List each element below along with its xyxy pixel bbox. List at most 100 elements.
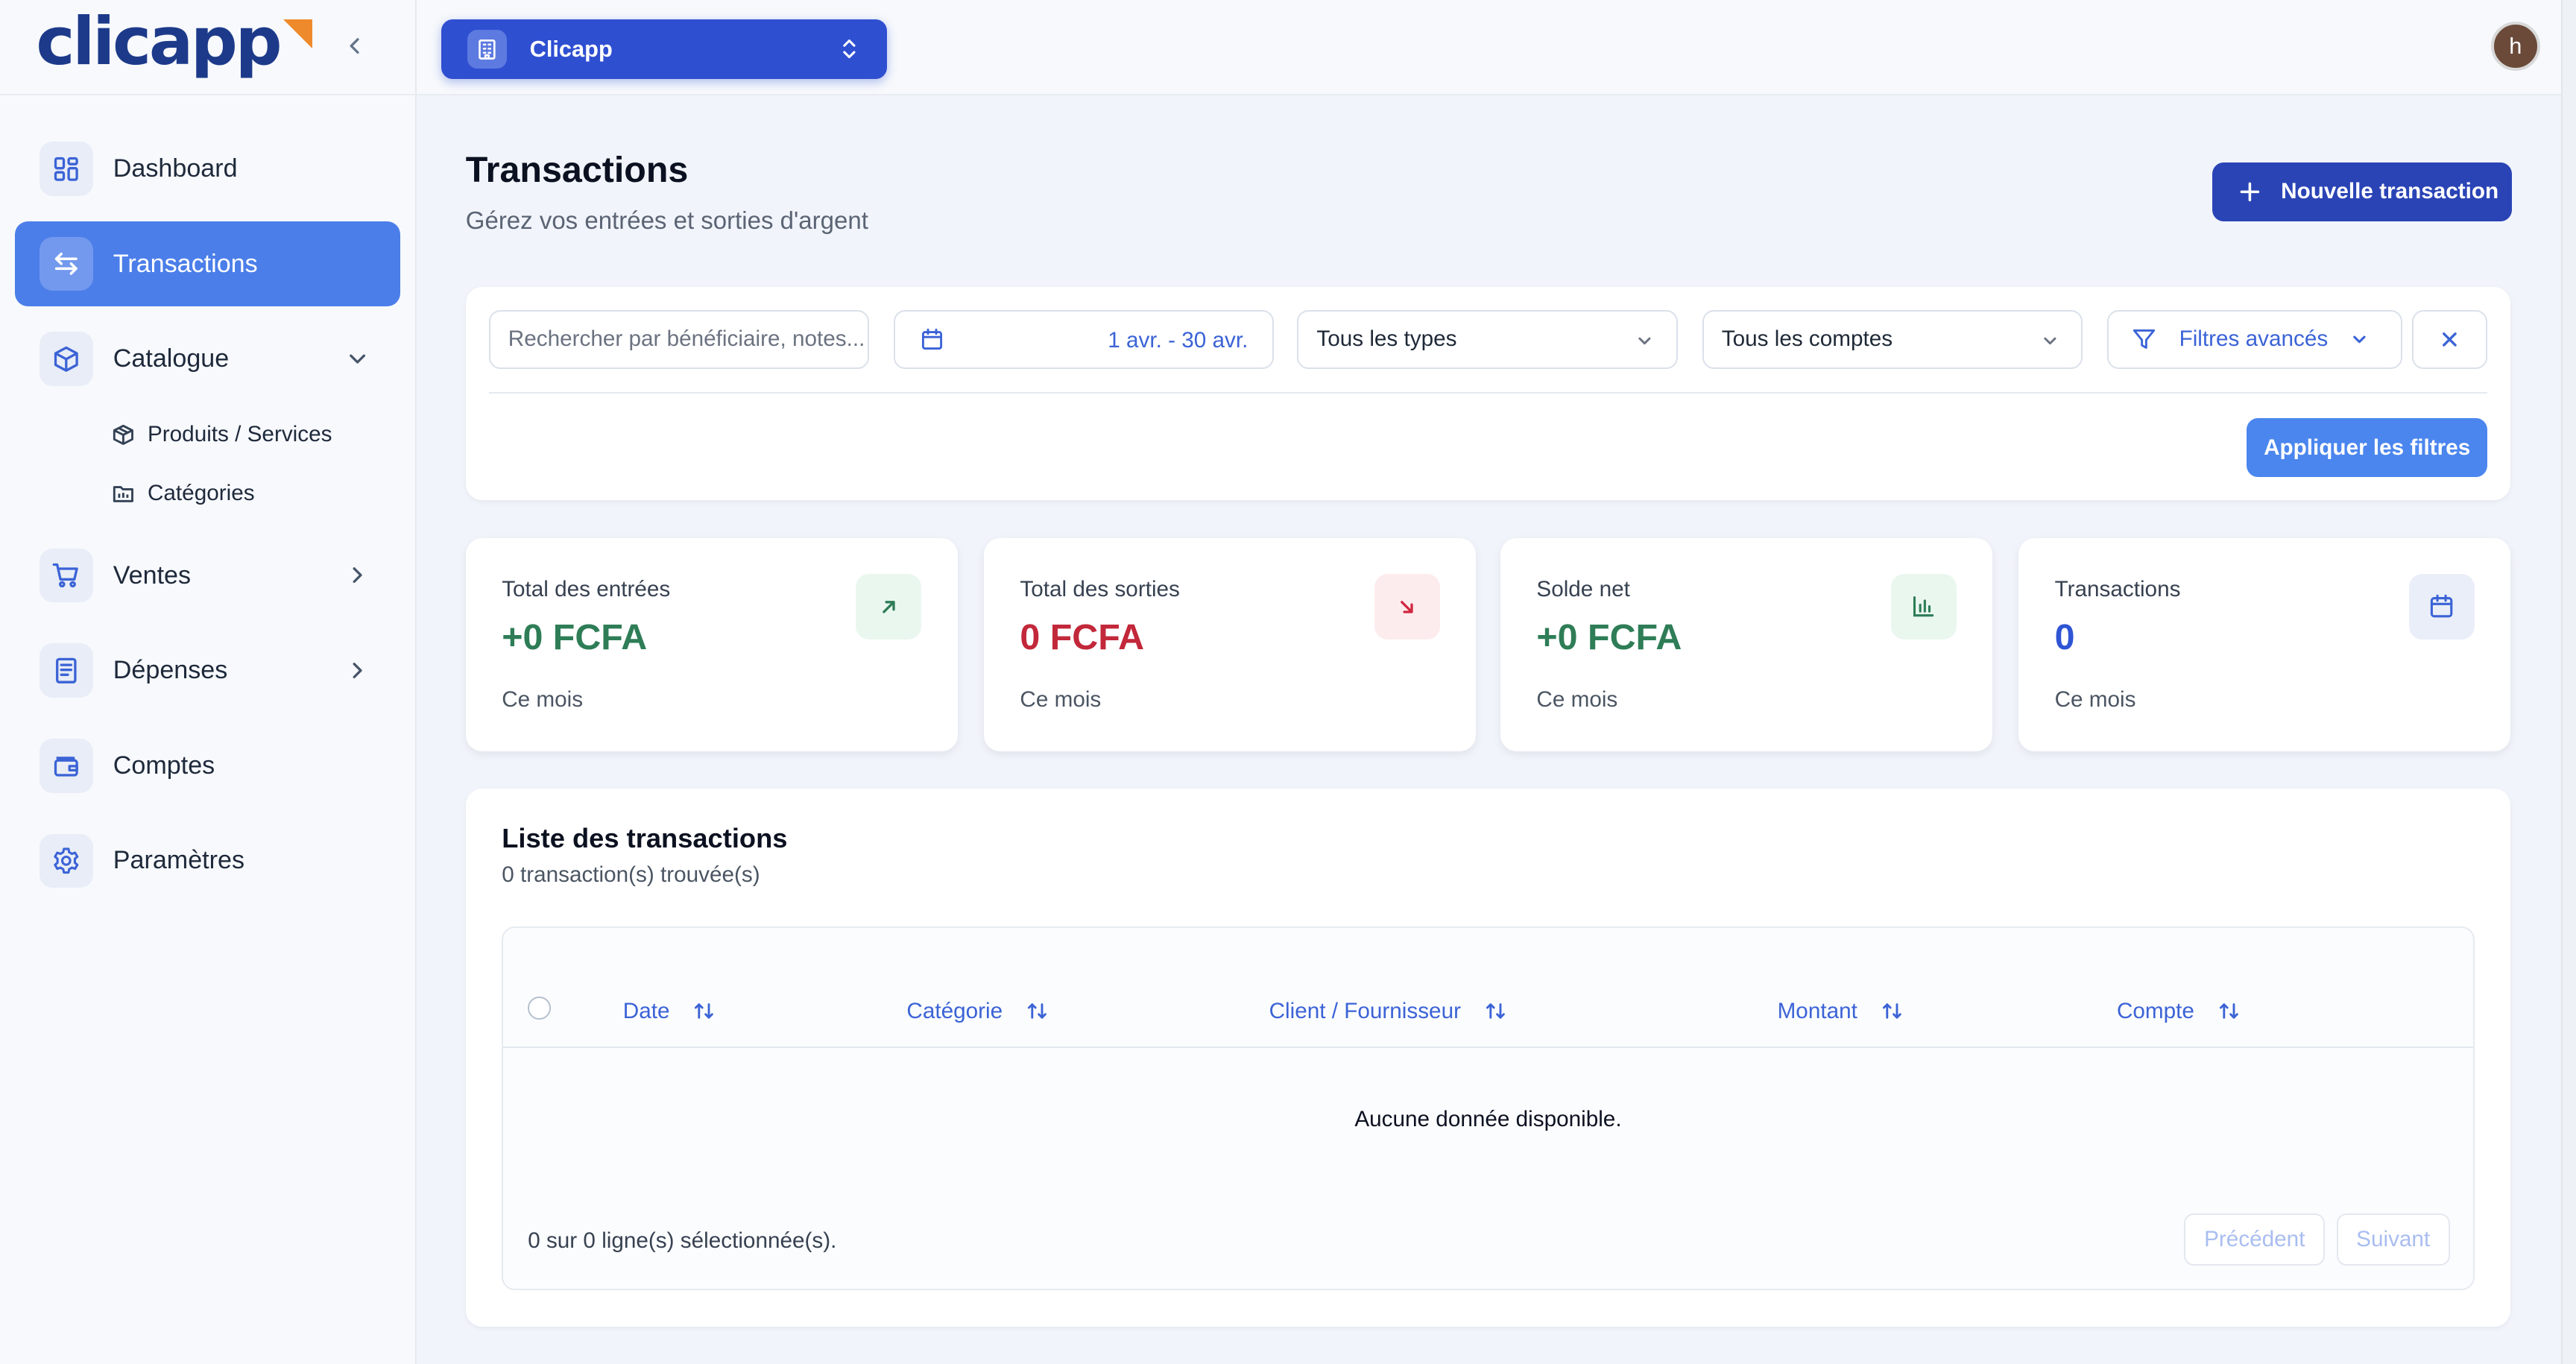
sidebar-item-depenses[interactable]: Dépenses [15,628,400,713]
date-range-value: 1 avr. - 30 avr. [1108,327,1248,353]
filter-icon [2133,329,2155,349]
next-page-button[interactable]: Suivant [2336,1213,2450,1266]
column-header-client-fournisseur[interactable]: Client / Fournisseur [1269,999,1507,1024]
column-header-compte[interactable]: Compte [2117,999,2241,1024]
sidebar-item-label: Dépenses [113,656,228,685]
stat-label: Solde net [1536,577,1630,602]
list-count: 0 transaction(s) trouvée(s) [502,862,760,888]
sidebar: clicapp Dashboard Transactions Catalogue [0,0,417,1364]
sidebar-item-label: Transactions [113,249,258,278]
bar-chart-icon [1890,573,1957,640]
stat-footer: Ce mois [2054,686,2136,712]
sort-icon [1882,1003,1901,1019]
stat-card-solde-net: Solde net +0 FCFA Ce mois [1500,537,1992,751]
sidebar-item-label: Ventes [113,561,192,590]
stat-footer: Ce mois [502,686,584,712]
date-range-picker[interactable]: 1 avr. - 30 avr. [893,309,1275,369]
wallet-icon [39,738,94,793]
close-icon [2443,332,2457,347]
subnav-item-label: Produits / Services [147,421,332,446]
plus-icon [2240,182,2260,202]
stat-label: Total des entrées [502,577,671,602]
stat-footer: Ce mois [1020,686,1102,712]
sort-icon [1027,1003,1046,1019]
package-icon [39,332,94,387]
stat-label: Total des sorties [1020,577,1180,602]
search-input[interactable]: Rechercher par bénéficiaire, notes... [488,309,869,369]
organization-name: Clicapp [529,35,613,62]
cart-icon [39,548,94,603]
subnav-item-categories[interactable]: Catégories [112,464,415,523]
sidebar-item-dashboard[interactable]: Dashboard [15,126,400,211]
sidebar-item-ventes[interactable]: Ventes [15,533,400,618]
folder-icon [113,485,133,502]
collapse-sidebar-icon[interactable] [341,33,367,59]
column-header-label: Compte [2116,998,2194,1023]
page-subtitle: Gérez vos entrées et sorties d'argent [465,206,868,235]
sort-icon [2219,1003,2238,1019]
building-icon [467,29,507,69]
apply-filters-button[interactable]: Appliquer les filtres [2246,418,2488,478]
new-transaction-button[interactable]: Nouvelle transaction [2212,162,2513,221]
list-title: Liste des transactions [502,823,788,854]
sidebar-item-catalogue[interactable]: Catalogue [15,317,400,402]
page-scrollbar[interactable] [2561,0,2576,1364]
sort-icon [695,1003,714,1019]
sidebar-item-transactions[interactable]: Transactions [14,221,400,307]
stat-card-total-entrees: Total des entrées +0 FCFA Ce mois [465,537,958,751]
account-select[interactable]: Tous les comptes [1702,309,2083,369]
select-all-checkbox[interactable] [528,997,551,1020]
chevron-down-icon [2039,329,2062,353]
subnav-item-label: Catégories [147,481,255,506]
transactions-table: Date Catégorie Client / Fournisseur Mont… [502,926,2475,1291]
column-header-categorie[interactable]: Catégorie [906,999,1048,1024]
selection-count: 0 sur 0 ligne(s) sélectionnée(s). [528,1228,837,1253]
arrows-exchange-icon [39,236,94,291]
arrow-down-right-icon [1374,573,1440,640]
new-transaction-label: Nouvelle transaction [2281,179,2499,204]
column-header-date[interactable]: Date [623,999,716,1024]
catalogue-subnav: Produits / Services Catégories [0,405,415,522]
column-header-label: Montant [1777,998,1857,1023]
chevron-right-icon [344,657,370,683]
stat-label: Transactions [2054,577,2181,602]
arrow-up-right-icon [856,573,922,640]
sidebar-item-comptes[interactable]: Comptes [15,723,400,808]
type-select[interactable]: Tous les types [1297,309,1678,369]
subnav-item-produits-services[interactable]: Produits / Services [112,405,415,464]
previous-page-button[interactable]: Précédent [2184,1213,2326,1266]
column-header-label: Client / Fournisseur [1269,998,1461,1023]
filters-divider [488,391,2488,394]
column-header-montant[interactable]: Montant [1778,999,1904,1024]
chevron-down-icon [2352,335,2366,344]
sidebar-item-label: Paramètres [113,846,244,875]
gear-icon [39,833,94,888]
table-header-row: Date Catégorie Client / Fournisseur Mont… [503,928,2473,1048]
sidebar-nav: Dashboard Transactions Catalogue Produit… [0,95,415,903]
column-header-label: Date [622,998,670,1023]
calendar-icon [921,328,943,350]
empty-state: Aucune donnée disponible. [1354,1106,1622,1131]
topbar: Clicapp h [416,0,2576,95]
chevron-down-icon [1633,329,1656,353]
sidebar-item-label: Catalogue [113,344,230,373]
sidebar-item-label: Dashboard [113,154,238,183]
user-avatar[interactable]: h [2490,21,2540,71]
chevrons-up-down-icon [838,36,861,62]
clear-filters-button[interactable] [2412,309,2488,369]
dashboard-icon [39,142,94,196]
filters-panel: Rechercher par bénéficiaire, notes... 1 … [465,287,2511,500]
organization-switcher[interactable]: Clicapp [441,19,888,79]
stat-footer: Ce mois [1536,686,1618,712]
stat-value: 0 [2054,617,2075,658]
brand-logo-mark [282,19,312,48]
page-title: Transactions [465,150,689,191]
account-select-value: Tous les comptes [1721,326,1893,352]
transactions-list-panel: Liste des transactions 0 transaction(s) … [465,789,2511,1327]
column-header-label: Catégorie [906,998,1003,1023]
calendar-icon [2408,573,2475,640]
sidebar-item-parametres[interactable]: Paramètres [15,818,400,903]
advanced-filters-button[interactable]: Filtres avancés [2106,309,2402,369]
sort-icon [1486,1003,1505,1019]
brand-logo[interactable]: clicapp [36,9,282,75]
